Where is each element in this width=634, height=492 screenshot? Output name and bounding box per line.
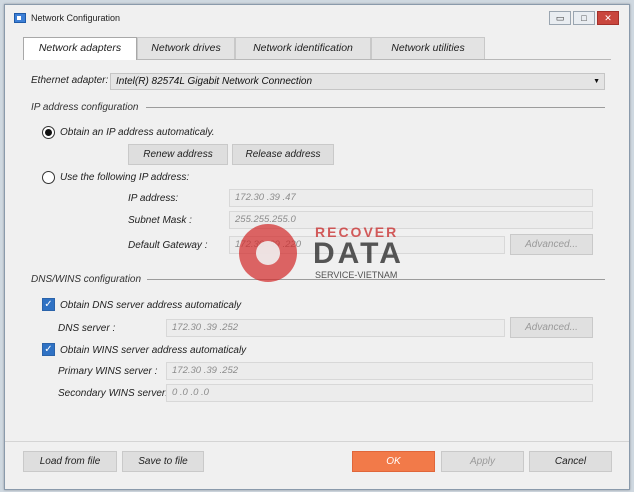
obtain-dns-auto-checkbox[interactable]: ✓	[42, 298, 55, 311]
secondary-wins-label: Secondary WINS server:	[58, 388, 169, 399]
ethernet-adapter-select[interactable]: Intel(R) 82574L Gigabit Network Connecti…	[110, 73, 605, 90]
dns-wins-section-title: DNS/WINS configuration	[31, 274, 142, 285]
ip-address-label: IP address:	[128, 193, 179, 204]
maximize-button[interactable]: □	[573, 11, 595, 25]
obtain-wins-auto-label[interactable]: Obtain WINS server address automaticaly	[60, 345, 246, 356]
tab-network-adapters[interactable]: Network adapters	[23, 37, 137, 60]
dns-advanced-button[interactable]: Advanced...	[510, 317, 593, 338]
obtain-wins-auto-checkbox[interactable]: ✓	[42, 343, 55, 356]
ip-section-divider	[146, 107, 605, 108]
window-title: Network Configuration	[31, 13, 121, 23]
cancel-button[interactable]: Cancel	[529, 451, 612, 472]
ip-config-section-title: IP address configuration	[31, 102, 139, 113]
load-from-file-button[interactable]: Load from file	[23, 451, 117, 472]
dns-server-field[interactable]: 172.30 .39 .252	[166, 319, 505, 337]
primary-wins-field[interactable]: 172.30 .39 .252	[166, 362, 593, 380]
save-to-file-button[interactable]: Save to file	[122, 451, 204, 472]
obtain-dns-auto-label[interactable]: Obtain DNS server address automaticaly	[60, 300, 241, 311]
obtain-ip-auto-label[interactable]: Obtain an IP address automaticaly.	[60, 127, 215, 138]
tab-network-identification[interactable]: Network identification	[235, 37, 371, 59]
tab-network-drives[interactable]: Network drives	[137, 37, 235, 59]
subnet-mask-field[interactable]: 255.255.255.0	[229, 211, 593, 229]
primary-wins-label: Primary WINS server :	[58, 366, 158, 377]
default-gateway-label: Default Gateway :	[128, 240, 208, 251]
ethernet-adapter-label: Ethernet adapter:	[31, 75, 109, 86]
network-app-icon	[14, 13, 26, 23]
subnet-mask-label: Subnet Mask :	[128, 215, 192, 226]
dropdown-arrow-icon: ▼	[593, 78, 600, 85]
network-adapters-panel: Ethernet adapter: Intel(R) 82574L Gigabi…	[23, 59, 611, 435]
ip-advanced-button[interactable]: Advanced...	[510, 234, 593, 255]
default-gateway-field[interactable]: 172.30 .39 .220	[229, 236, 505, 254]
dns-server-label: DNS server :	[58, 323, 116, 334]
close-button[interactable]: ✕	[597, 11, 619, 25]
secondary-wins-field[interactable]: 0 .0 .0 .0	[166, 384, 593, 402]
tab-network-utilities[interactable]: Network utilities	[371, 37, 485, 59]
obtain-ip-auto-radio[interactable]	[42, 126, 55, 139]
release-address-button[interactable]: Release address	[232, 144, 334, 165]
footer-divider	[5, 441, 629, 442]
title-bar: Network Configuration ▭ □ ✕	[5, 5, 629, 31]
ip-address-field[interactable]: 172.30 .39 .47	[229, 189, 593, 207]
renew-address-button[interactable]: Renew address	[128, 144, 228, 165]
network-configuration-window: Network Configuration ▭ □ ✕ Network adap…	[4, 4, 630, 490]
dns-section-divider	[147, 279, 605, 280]
ethernet-adapter-value: Intel(R) 82574L Gigabit Network Connecti…	[116, 76, 313, 87]
ok-button[interactable]: OK	[352, 451, 435, 472]
use-following-ip-radio[interactable]	[42, 171, 55, 184]
minimize-button[interactable]: ▭	[549, 11, 571, 25]
use-following-ip-label[interactable]: Use the following IP address:	[60, 172, 189, 183]
apply-button[interactable]: Apply	[441, 451, 524, 472]
